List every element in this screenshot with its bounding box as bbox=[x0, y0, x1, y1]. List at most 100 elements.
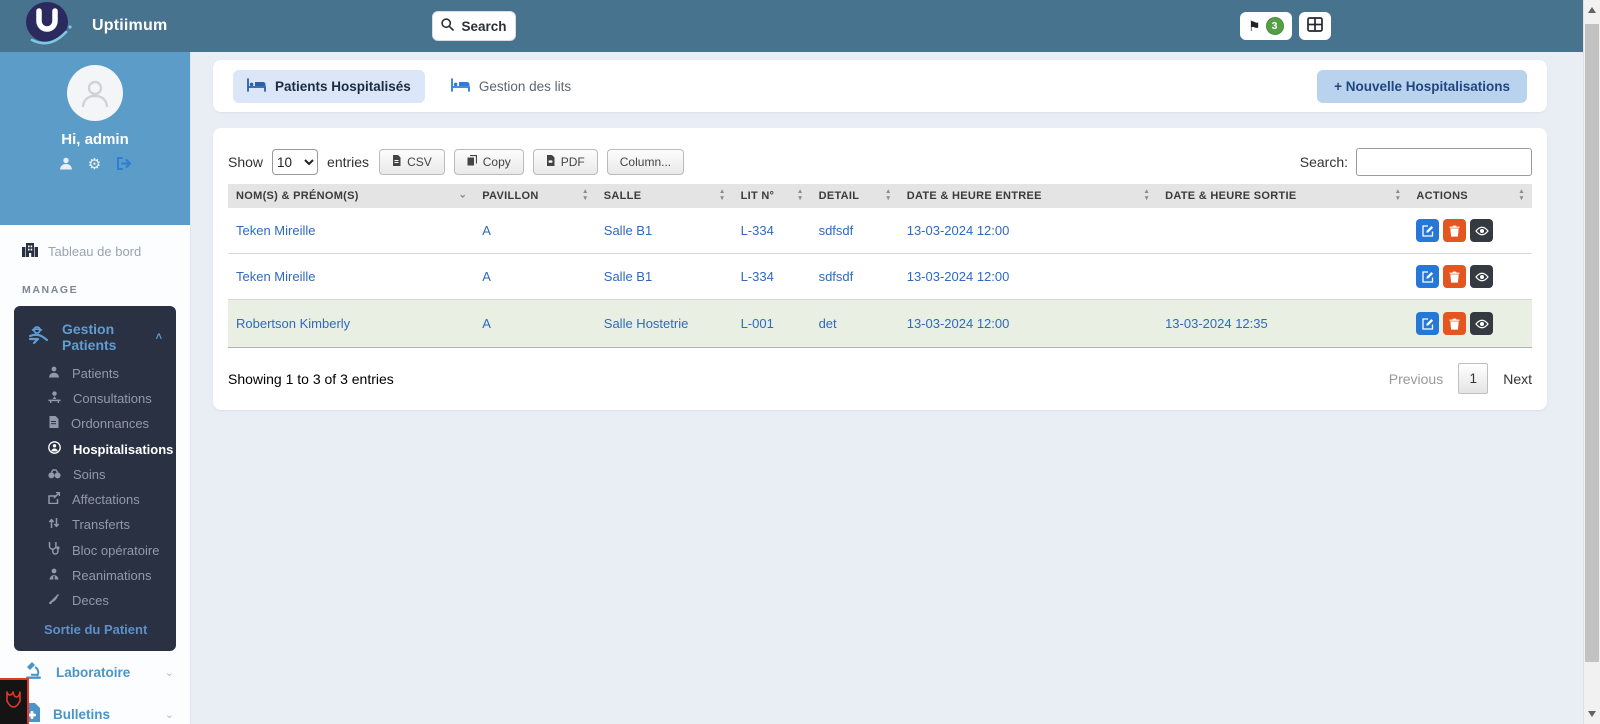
delete-button[interactable] bbox=[1443, 312, 1467, 335]
view-button[interactable] bbox=[1470, 265, 1494, 288]
cell-pavillon: A bbox=[482, 223, 491, 238]
vertical-scrollbar[interactable] bbox=[1583, 0, 1600, 724]
user-greeting: Hi, admin bbox=[61, 131, 129, 148]
sidebar-item-dashboard-label: Tableau de bord bbox=[48, 244, 142, 259]
death-icon bbox=[48, 593, 60, 608]
sidebar-item-consultations[interactable]: Consultations bbox=[14, 386, 176, 411]
search-icon bbox=[441, 18, 455, 34]
copy-button[interactable]: Copy bbox=[453, 149, 524, 175]
hospitalisations-table: NOM(S) & PRÉNOM(S) ⌄ PAVILLON ▲ ▼ SALLE ▲ ▼ L… bbox=[228, 184, 1532, 348]
transfer-icon bbox=[48, 517, 60, 532]
user-panel: Hi, admin ⚙ bbox=[0, 52, 190, 225]
cell-detail: det bbox=[810, 299, 899, 348]
col-header-entree[interactable]: DATE & HEURE ENTREE ▲ ▼ bbox=[898, 184, 1158, 208]
sidebar-item-reanimations[interactable]: Reanimations bbox=[14, 563, 176, 588]
col-header-nom[interactable]: NOM(S) & PRÉNOM(S) ⌄ bbox=[228, 184, 475, 208]
cell-name[interactable]: Robertson Kimberly bbox=[228, 299, 475, 348]
col-header-sortie[interactable]: DATE & HEURE SORTIE ▲ ▼ bbox=[1157, 184, 1409, 208]
sidebar-item-soins[interactable]: Soins bbox=[14, 462, 176, 487]
col-header-lit[interactable]: LIT N° ▲ ▼ bbox=[732, 184, 811, 208]
cell-detail: sdfsdf bbox=[818, 269, 854, 284]
cell-entree: 13-03-2024 12:00 bbox=[906, 223, 1010, 238]
navbar-search-button[interactable]: Search bbox=[432, 11, 516, 41]
sidebar-item-bloc-operatoire[interactable]: Bloc opératoire bbox=[14, 537, 176, 563]
brand[interactable]: Uptiimum bbox=[20, 0, 167, 53]
export-csv-button[interactable]: CSV bbox=[379, 149, 445, 175]
cell-name[interactable]: Teken Mireille bbox=[228, 254, 474, 300]
scroll-down-arrow[interactable] bbox=[1588, 711, 1596, 717]
page-size-select[interactable]: 10 bbox=[272, 149, 319, 175]
table-row: Robertson Kimberly A Salle Hostetrie L-0… bbox=[228, 299, 1532, 348]
pagination-previous[interactable]: Previous bbox=[1389, 371, 1443, 387]
grid-icon bbox=[1306, 17, 1323, 35]
consultation-icon bbox=[48, 391, 61, 406]
sidebar-item-transferts[interactable]: Transferts bbox=[14, 512, 176, 537]
tab-gestion-des-lits[interactable]: Gestion des lits bbox=[437, 70, 585, 103]
sidebar-item-affectations[interactable]: Affectations bbox=[14, 487, 176, 512]
sidebar-item-sortie-du-patient[interactable]: Sortie du Patient bbox=[14, 613, 176, 637]
sort-icon: ▲ ▼ bbox=[1518, 188, 1525, 202]
apps-grid-button[interactable] bbox=[1298, 12, 1331, 40]
export-pdf-label: PDF bbox=[560, 155, 585, 169]
debugbar-toggle[interactable] bbox=[0, 678, 29, 724]
pagination-page-1[interactable]: 1 bbox=[1458, 363, 1489, 394]
sidebar-item-hospitalisations-label: Hospitalisations bbox=[73, 441, 174, 457]
entries-label: entries bbox=[327, 154, 370, 170]
column-visibility-label: Column... bbox=[619, 155, 672, 169]
view-button[interactable] bbox=[1470, 219, 1494, 242]
settings-gear-icon[interactable]: ⚙ bbox=[88, 157, 101, 172]
chevron-down-icon: ⌄ bbox=[164, 708, 174, 721]
profile-icon[interactable] bbox=[59, 157, 73, 172]
col-header-pavillon[interactable]: PAVILLON ▲ ▼ bbox=[474, 184, 596, 208]
table-footer: Showing 1 to 3 of 3 entries Previous 1 N… bbox=[228, 363, 1532, 394]
navbar-actions: ⚑ 3 bbox=[1240, 12, 1331, 40]
cell-sortie bbox=[1157, 254, 1408, 300]
entries-info: Showing 1 to 3 of 3 entries bbox=[228, 370, 394, 387]
sidebar-item-consultations-label: Consultations bbox=[73, 391, 152, 406]
edit-button[interactable] bbox=[1416, 219, 1440, 242]
sidebar-item-transferts-label: Transferts bbox=[72, 517, 131, 532]
col-header-actions[interactable]: ACTIONS ▲ ▼ bbox=[1408, 184, 1532, 208]
pagination-next[interactable]: Next bbox=[1503, 371, 1532, 387]
delete-button[interactable] bbox=[1443, 219, 1467, 242]
view-button[interactable] bbox=[1470, 312, 1494, 335]
sidebar-item-dashboard[interactable]: Tableau de bord bbox=[22, 243, 190, 260]
tab-patients-hospitalises[interactable]: Patients Hospitalisés bbox=[233, 69, 425, 103]
delete-button[interactable] bbox=[1443, 265, 1467, 288]
export-pdf-button[interactable]: PDF bbox=[532, 149, 598, 175]
logout-icon[interactable] bbox=[116, 157, 132, 172]
scroll-up-arrow[interactable] bbox=[1588, 7, 1596, 13]
sidebar-item-reanimations-label: Reanimations bbox=[72, 568, 152, 583]
navbar-search-label: Search bbox=[461, 18, 507, 34]
col-header-detail[interactable]: DETAIL ▲ ▼ bbox=[810, 184, 899, 208]
hospitalisations-table-card: Show 10 entries CSV Copy PDF Column... S… bbox=[213, 128, 1547, 410]
table-search-input[interactable] bbox=[1356, 148, 1532, 176]
file-pdf-icon bbox=[546, 155, 555, 169]
user-actions: ⚙ bbox=[0, 157, 190, 172]
cell-name[interactable]: Teken Mireille bbox=[228, 208, 474, 254]
sort-icon: ▲ ▼ bbox=[582, 188, 589, 202]
cell-salle: Salle Hostetrie bbox=[595, 299, 733, 348]
tabs-bar: Patients Hospitalisés Gestion des lits +… bbox=[213, 60, 1547, 112]
sidebar-item-patients[interactable]: Patients bbox=[14, 361, 176, 386]
col-header-salle[interactable]: SALLE ▲ ▼ bbox=[595, 184, 733, 208]
sidebar-item-hospitalisations[interactable]: Hospitalisations bbox=[14, 436, 176, 462]
sidebar-item-laboratoire-label: Laboratoire bbox=[56, 664, 131, 680]
column-visibility-button[interactable]: Column... bbox=[606, 149, 685, 175]
main-content: Patients Hospitalisés Gestion des lits +… bbox=[191, 52, 1600, 724]
edit-button[interactable] bbox=[1416, 265, 1440, 288]
show-label: Show bbox=[228, 154, 264, 170]
avatar[interactable] bbox=[67, 65, 123, 121]
sidebar-item-deces[interactable]: Deces bbox=[14, 588, 176, 613]
new-hospitalisation-button[interactable]: + Nouvelle Hospitalisations bbox=[1317, 69, 1527, 103]
gestion-patients-menu: Gestion Patients ˄ Patients Consultation… bbox=[14, 306, 176, 651]
cell-pavillon: A bbox=[474, 299, 596, 348]
notifications-button[interactable]: ⚑ 3 bbox=[1240, 12, 1292, 40]
cell-salle: Salle B1 bbox=[603, 269, 653, 284]
sidebar-item-ordonnances[interactable]: Ordonnances bbox=[14, 411, 176, 436]
sidebar-item-gestion-patients[interactable]: Gestion Patients ˄ bbox=[14, 319, 176, 361]
edit-button[interactable] bbox=[1416, 312, 1440, 335]
scrollbar-thumb[interactable] bbox=[1585, 24, 1599, 662]
patient-bed-icon bbox=[28, 325, 50, 349]
app-page: Uptiimum Search ⚑ 3 Hi, admin ⚙ Tableau … bbox=[0, 0, 1600, 724]
